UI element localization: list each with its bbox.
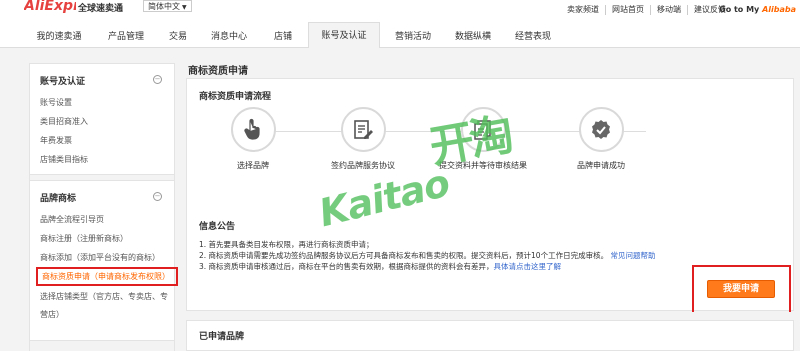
top-bar: AliExpress 全球速卖通 简体中文▼ 卖家频道 网站首页 移动端 建议反… (0, 0, 800, 20)
sidebar-group-title-brand[interactable]: 品牌商标 (40, 191, 76, 204)
chevron-down-icon: ▼ (182, 4, 187, 11)
notice-text: 3. 商标资质申请审核通过后，商标在平台的售卖有效期，根据商标提供的资料会有差异… (199, 262, 494, 271)
tab-account-certification[interactable]: 账号及认证 (308, 22, 380, 48)
tab-performance[interactable]: 经营表现 (508, 26, 558, 48)
notice-title: 信息公告 (199, 222, 236, 232)
notice-line-1: 1. 首先要具备类目发布权限，再进行商标资质申请； (199, 239, 374, 250)
sidebar-divider (30, 174, 174, 181)
sidebar-item-store-category-index[interactable]: 店铺类目指标 (40, 154, 88, 165)
sidebar: 账号及认证 − 账号设置 类目招商准入 年费发票 店铺类目指标 品牌商标 − 品… (29, 63, 178, 351)
sidebar-group-title-account[interactable]: 账号及认证 (40, 74, 85, 87)
goto-prefix: Go to My (719, 5, 760, 14)
flow-step-success: 品牌申请成功 (556, 107, 646, 171)
step-circle (460, 107, 506, 152)
top-link-home[interactable]: 网站首页 (605, 5, 650, 15)
aliexpress-logo[interactable]: AliExpress (24, 0, 76, 14)
tab-my-aliexpress[interactable]: 我的速卖通 (28, 26, 90, 48)
collapse-icon[interactable]: − (153, 192, 162, 201)
notice-line-2: 2. 商标资质申请需要先成功签约品牌服务协议后方可具备商标发布和售卖的权限。提交… (199, 250, 655, 261)
language-label: 简体中文 (148, 2, 180, 11)
step-label: 签约品牌服务协议 (331, 161, 395, 170)
alibaba-brand: Alibaba (762, 5, 796, 14)
flow-title: 商标资质申请流程 (199, 92, 272, 102)
applied-brands-panel: 已申请品牌 (186, 320, 794, 351)
notice-line-3: 3. 商标资质申请审核通过后，商标在平台的售卖有效期，根据商标提供的资料会有差异… (199, 261, 561, 272)
sidebar-item-account-settings[interactable]: 账号设置 (40, 97, 72, 108)
sidebar-item-trademark-register[interactable]: 商标注册（注册新商标） (40, 233, 128, 244)
step-label: 选择品牌 (237, 161, 269, 170)
edit-document-icon (354, 119, 373, 139)
faq-help-link[interactable]: 常见问题帮助 (610, 251, 655, 260)
notice-text: 2. 商标资质申请需要先成功签约品牌服务协议后方可具备商标发布和售卖的权限。提交… (199, 251, 609, 260)
sidebar-item-annual-fee-invoice[interactable]: 年费发票 (40, 135, 72, 146)
pointer-hand-icon (244, 118, 260, 140)
sidebar-item-brand-guide[interactable]: 品牌全流程引导页 (40, 214, 104, 225)
language-selector[interactable]: 简体中文 ▼ (143, 0, 192, 12)
tab-data[interactable]: 数据纵横 (448, 26, 498, 48)
step-label: 提交资料并等待审核结果 (439, 161, 527, 170)
sidebar-item-store-type[interactable]: 选择店铺类型（官方店、专卖店、专 (40, 291, 168, 302)
step-label: 品牌申请成功 (577, 161, 625, 170)
page-title: 商标资质申请 (188, 66, 248, 77)
top-link-seller-channel[interactable]: 卖家频道 (561, 5, 605, 15)
applied-brands-title: 已申请品牌 (199, 332, 245, 342)
step-circle (340, 107, 386, 152)
flow-step-sign-agreement: 签约品牌服务协议 (318, 107, 408, 171)
approved-badge-icon (592, 119, 610, 139)
documents-icon (474, 119, 491, 140)
step-circle (230, 107, 276, 152)
notice-text: 1. 首先要具备类目发布权限，再进行商标资质申请； (199, 240, 374, 249)
goto-alibaba-link[interactable]: Go to My Alibaba (719, 5, 796, 14)
sidebar-item-category-access[interactable]: 类目招商准入 (40, 116, 88, 127)
logo-subtitle: 全球速卖通 (78, 4, 124, 14)
apply-button[interactable]: 我要申请 (707, 280, 775, 298)
top-links: 卖家频道 网站首页 移动端 建议反馈 (561, 5, 732, 15)
flow-step-select-brand: 选择品牌 (208, 107, 298, 171)
sidebar-item-store-type-cont[interactable]: 营店） (40, 309, 64, 320)
highlight-box (36, 267, 178, 286)
tab-store[interactable]: 店铺 (266, 26, 300, 48)
tab-product-management[interactable]: 产品管理 (100, 26, 152, 48)
tab-marketing[interactable]: 营销活动 (388, 26, 438, 48)
sidebar-divider (30, 340, 174, 351)
collapse-icon[interactable]: − (153, 75, 162, 84)
sidebar-item-trademark-add[interactable]: 商标添加（添加平台没有的商标） (40, 252, 160, 263)
top-link-mobile[interactable]: 移动端 (650, 5, 687, 15)
step-circle (578, 107, 624, 152)
qualification-panel: 商标资质申请流程 选择品牌 签约品牌服务协议 提交资料并等待审核结果 品牌申请成… (186, 78, 794, 312)
main-nav: 我的速卖通 产品管理 交易 消息中心 店铺 账号及认证 营销活动 数据纵横 经营… (0, 20, 800, 48)
learn-more-link[interactable]: 具体请点击这里了解 (494, 262, 562, 271)
tab-message-center[interactable]: 消息中心 (202, 26, 256, 48)
tab-trade[interactable]: 交易 (162, 26, 194, 48)
flow-step-submit-materials: 提交资料并等待审核结果 (438, 107, 528, 171)
